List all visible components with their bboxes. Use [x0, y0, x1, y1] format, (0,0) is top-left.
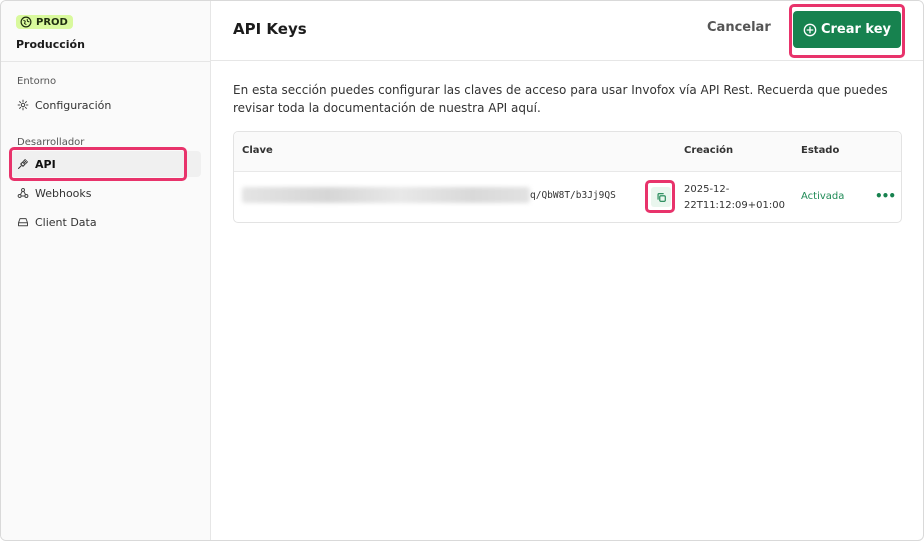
- column-header-clave: Clave: [242, 145, 273, 156]
- created-date-line1: 2025-12-: [684, 184, 730, 195]
- sidebar-item-label: API: [35, 157, 56, 171]
- sidebar-item-label: Client Data: [35, 215, 97, 229]
- sidebar-item-webhooks[interactable]: Webhooks: [11, 180, 201, 206]
- page-header: API Keys Cancelar Crear key: [211, 1, 923, 61]
- copy-key-button[interactable]: [651, 187, 671, 207]
- environment-header: PROD Producción: [16, 13, 85, 51]
- environment-badge: PROD: [16, 15, 73, 29]
- status-badge: Activada: [801, 191, 845, 202]
- api-description: En esta sección puedes configurar las cl…: [233, 83, 888, 115]
- api-key-masked: [242, 187, 530, 203]
- sidebar-item-label: Configuración: [35, 98, 112, 112]
- gear-icon: [17, 99, 29, 111]
- row-more-button[interactable]: •••: [875, 187, 896, 205]
- drive-icon: [18, 218, 28, 227]
- webhook-icon: [17, 188, 29, 198]
- environment-badge-label: PROD: [36, 16, 68, 28]
- environment-name: Producción: [16, 38, 85, 51]
- section-label-entorno: Entorno: [17, 76, 57, 87]
- table-header: Clave Creación Estado: [234, 132, 901, 172]
- section-label-desarrollador: Desarrollador: [17, 137, 85, 148]
- api-keys-table: Clave Creación Estado q/QbW8T/b3Jj9QS 20…: [233, 131, 902, 223]
- sidebar-item-label: Webhooks: [35, 186, 92, 200]
- globe-icon: [20, 16, 32, 28]
- copy-icon: [657, 192, 666, 202]
- created-date: 2025-12- 22T11:12:09+01:00: [684, 182, 785, 214]
- cancel-button[interactable]: Cancelar: [707, 20, 771, 35]
- create-key-button[interactable]: Crear key: [793, 11, 901, 48]
- plus-circle-icon: [803, 23, 817, 36]
- sidebar-item-client-data[interactable]: Client Data: [11, 209, 201, 235]
- column-header-creacion: Creación: [684, 145, 734, 156]
- plug-icon: [18, 159, 28, 169]
- create-key-label: Crear key: [820, 22, 892, 37]
- api-key-suffix: q/QbW8T/b3Jj9QS: [530, 190, 616, 201]
- page-title: API Keys: [233, 20, 307, 38]
- created-date-line2: 22T11:12:09+01:00: [684, 200, 785, 211]
- sidebar-item-configuracion[interactable]: Configuración: [11, 92, 201, 118]
- sidebar: PROD Producción Entorno Configuración De…: [1, 1, 211, 540]
- sidebar-item-api[interactable]: API: [11, 151, 201, 177]
- app-window: PROD Producción Entorno Configuración De…: [0, 0, 924, 541]
- sidebar-divider: [1, 61, 211, 62]
- column-header-estado: Estado: [801, 145, 840, 156]
